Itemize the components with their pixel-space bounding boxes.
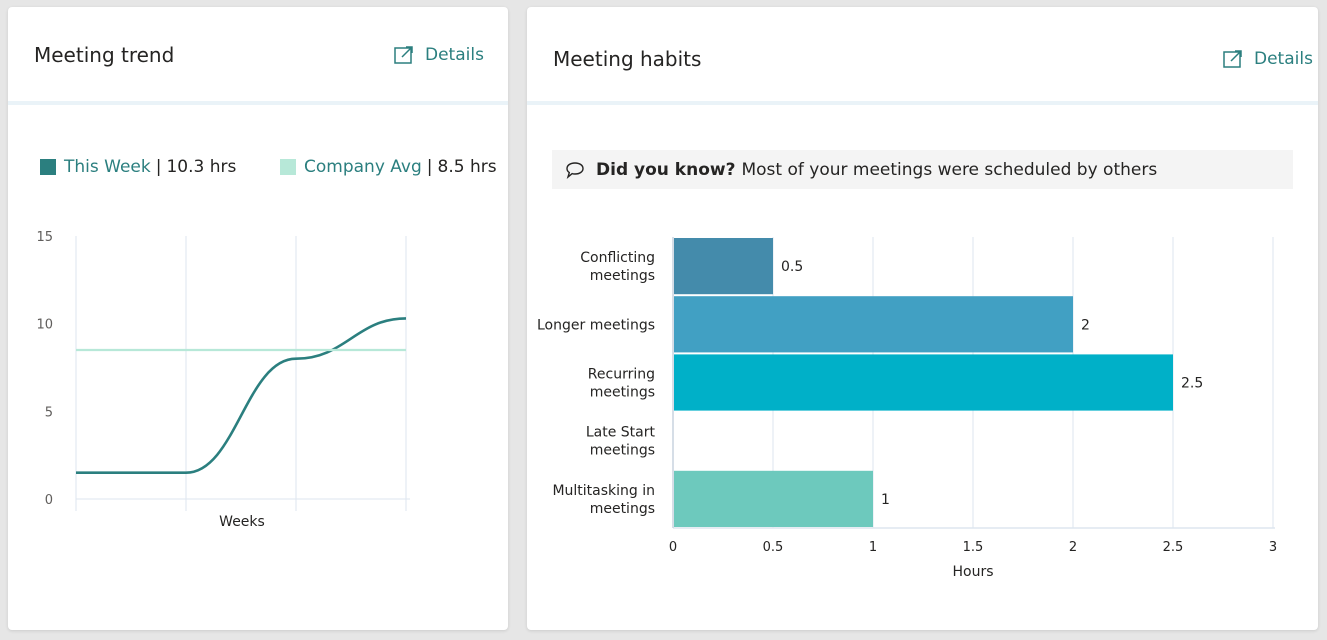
details-label: Details	[1254, 49, 1313, 69]
x-axis-label: Weeks	[219, 514, 265, 530]
y-tick-label: 5	[45, 405, 53, 420]
expand-icon	[1223, 49, 1242, 68]
bar	[674, 238, 773, 295]
legend-company-avg: Company Avg | 8.5 hrs	[280, 157, 497, 177]
card-title: Meeting habits	[553, 47, 702, 71]
category-label: Longer meetings	[537, 317, 655, 333]
y-tick-label: 0	[45, 493, 53, 508]
data-label: 2	[1081, 317, 1090, 333]
legend-value: 10.3 hrs	[166, 157, 237, 177]
x-tick-label: 2	[1069, 540, 1077, 555]
x-tick-label: 3	[1269, 540, 1277, 555]
data-label: 2.5	[1181, 376, 1203, 392]
this-week-line	[76, 317, 407, 474]
bar	[674, 470, 873, 527]
did-you-know-banner: Did you know? Most of your meetings were…	[552, 150, 1293, 189]
meeting-trend-card: Meeting trend Details This Week | 10.3 h…	[8, 7, 508, 630]
meeting-habits-chart: 0 0.5 1 1.5 2 2.5 3 Hours Conflicting meetings 0.5…	[537, 237, 1277, 580]
x-tick-label: 0	[669, 540, 677, 555]
card-title: Meeting trend	[34, 43, 175, 67]
legend-swatch	[40, 159, 56, 175]
category-label: Late Start meetings	[586, 425, 656, 459]
details-label: Details	[425, 45, 484, 65]
card-header: Meeting habits Details	[527, 7, 1318, 105]
legend-separator: |	[155, 157, 162, 177]
x-tick-label: 1.5	[963, 540, 984, 555]
x-tick-label: 2.5	[1163, 540, 1184, 555]
bar	[674, 354, 1173, 411]
legend-series-name: Company Avg	[304, 157, 422, 177]
data-label: 1	[881, 492, 890, 508]
y-tick-label: 15	[36, 230, 53, 245]
card-header: Meeting trend Details	[8, 7, 508, 105]
y-tick-label: 10	[36, 318, 53, 333]
x-tick-label: 1	[869, 540, 877, 555]
meeting-trend-chart: 0 5 10 15 Weeks	[36, 230, 410, 530]
category-label: Conflicting meetings	[580, 250, 655, 284]
legend-separator: |	[426, 157, 433, 177]
category-label: Recurring meetings	[588, 367, 655, 401]
legend-series-name: This Week	[64, 157, 151, 177]
category-label: Multitasking in meetings	[552, 483, 655, 517]
x-tick-label: 0.5	[763, 540, 784, 555]
tip-heading: Did you know?	[596, 159, 736, 180]
meeting-habits-card: Meeting habits Details Did you know? Mos…	[527, 7, 1318, 630]
bar	[674, 296, 1073, 353]
details-link[interactable]: Details	[1223, 49, 1313, 69]
expand-icon	[394, 45, 413, 64]
legend-this-week: This Week | 10.3 hrs	[40, 157, 236, 177]
legend-value: 8.5 hrs	[437, 157, 497, 177]
legend-swatch	[280, 159, 296, 175]
tip-text: Most of your meetings were scheduled by …	[741, 159, 1158, 180]
data-label: 0.5	[781, 259, 803, 275]
x-axis-label: Hours	[952, 564, 993, 580]
details-link[interactable]: Details	[394, 45, 484, 65]
speech-bubble-icon	[566, 161, 584, 179]
